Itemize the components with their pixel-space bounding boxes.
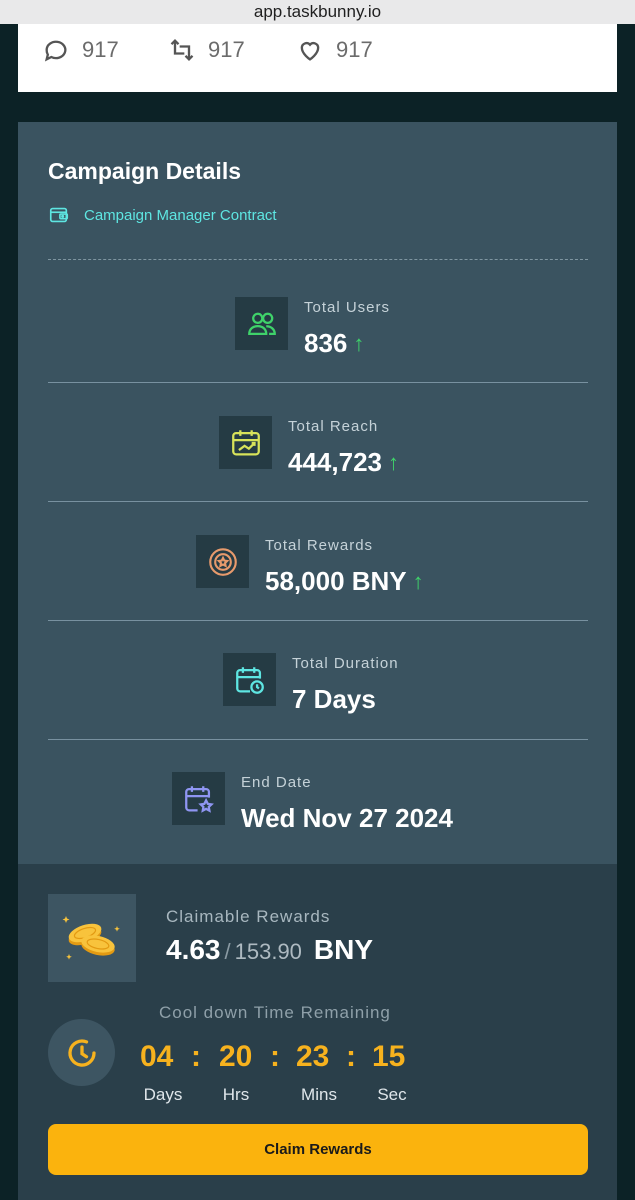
divider-dashed [48,259,588,260]
retweet-count: 917 [208,37,245,62]
reach-icon-box [219,416,272,469]
countdown-hours-label: Hrs [222,1085,250,1104]
stat-value: 836 [304,328,348,358]
countdown-colon: : [346,1040,356,1073]
stat-label: Total Duration [292,655,399,672]
total-amount: 153.90 [234,939,302,964]
gold-coins-icon [62,916,120,960]
retweet-icon [170,39,194,61]
countdown-hours: 20 [219,1040,253,1073]
amount-separator: / [224,939,231,964]
stat-total-reach: Total Reach 444,723 ↑ [219,416,399,478]
heart-icon [300,42,320,61]
users-icon-box [235,297,288,350]
countdown-secs: 15 [372,1040,406,1073]
reward-medal-icon [208,547,237,576]
calendar-clock-icon [235,666,264,694]
stat-total-duration: Total Duration 7 Days [223,653,399,715]
trend-up-icon: ↑ [412,568,424,594]
countdown-days: 04 [140,1040,174,1073]
stat-value: 58,000 BNY [265,566,407,596]
divider [48,620,588,621]
claimable-rewards-label: Claimable Rewards [166,907,331,926]
campaign-contract-link[interactable]: Campaign Manager Contract [48,204,277,226]
calendar-star-icon [184,785,214,813]
divider [48,739,588,740]
countdown-mins-label: Mins [301,1085,337,1104]
calendar-chart-icon [231,429,260,455]
cooldown-label: Cool down Time Remaining [159,1003,391,1022]
reply-icon [44,40,67,62]
countdown-colon: : [191,1040,201,1073]
users-icon [247,312,276,335]
reply-stat[interactable]: 917 [42,36,119,64]
stat-label: Total Rewards [265,537,374,554]
like-count: 917 [336,37,373,62]
coins-image-box [48,894,136,982]
claim-rewards-button[interactable]: Claim Rewards [48,1124,588,1175]
browser-url-bar[interactable]: app.taskbunny.io [0,0,635,24]
countdown-mins: 23 [296,1040,330,1073]
like-stat[interactable]: 917 [296,36,373,64]
end-date-icon-box [172,772,225,825]
stat-label: Total Reach [288,418,379,435]
reply-count: 917 [82,37,119,62]
divider [48,382,588,383]
claimable-amount: 4.63 [166,934,221,965]
stat-value: 7 Days [292,684,376,714]
retweet-stat[interactable]: 917 [168,36,245,64]
divider [48,501,588,502]
url-text: app.taskbunny.io [253,2,382,21]
stat-end-date: End Date Wed Nov 27 2024 [172,772,453,834]
cooldown-clock-circle [48,1019,115,1086]
stat-label: End Date [241,774,312,791]
tweet-card: 917 917 917 [18,24,617,92]
campaign-details-title: Campaign Details [48,158,241,184]
claim-rewards-panel: Claimable Rewards 4.63 / 153.90 BNY Cool… [18,864,617,1200]
countdown-secs-label: Sec [377,1085,407,1104]
trend-up-icon: ↑ [353,330,365,356]
stat-value: 444,723 [288,447,382,477]
clock-icon [67,1038,96,1067]
duration-icon-box [223,653,276,706]
rewards-icon-box [196,535,249,588]
countdown-colon: : [270,1040,280,1073]
campaign-details-panel: Campaign Details Campaign Manager Contra… [18,122,617,864]
claimable-rewards-value: 4.63 / 153.90 BNY [166,934,373,966]
stat-value: Wed Nov 27 2024 [241,803,453,833]
stat-total-users: Total Users 836 ↑ [235,297,390,359]
wallet-icon [49,207,69,223]
stat-label: Total Users [304,299,391,316]
trend-up-icon: ↑ [387,449,399,475]
stat-total-rewards: Total Rewards 58,000 BNY ↑ [196,535,424,597]
token-unit: BNY [313,934,374,965]
contract-link-label: Campaign Manager Contract [84,206,277,224]
countdown-days-label: Days [143,1085,183,1104]
